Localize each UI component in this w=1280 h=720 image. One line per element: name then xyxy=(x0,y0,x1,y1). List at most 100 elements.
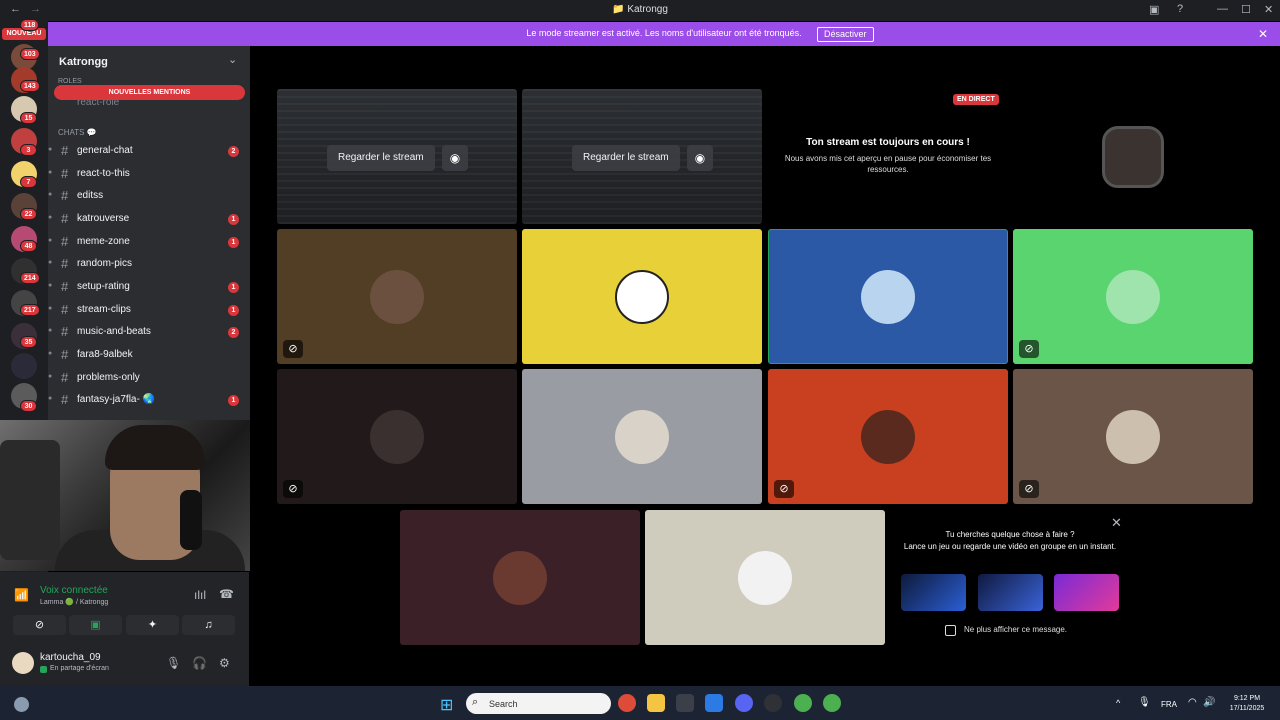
dont-show-checkbox[interactable] xyxy=(945,625,956,636)
signal-icon[interactable]: 📶 xyxy=(14,588,29,602)
mail-icon[interactable] xyxy=(705,694,723,712)
stream-tile[interactable]: Regarder le stream ◉ xyxy=(522,89,762,224)
mention-badge: 2 xyxy=(228,327,239,338)
channel-name: fara8-9albek xyxy=(77,349,133,360)
channel-item[interactable]: ● # meme-zone 1 xyxy=(48,233,250,253)
category-chats[interactable]: CHATS 💬 xyxy=(58,128,97,137)
chevron-up-icon[interactable]: ^ xyxy=(1116,698,1120,708)
soundboard-icon[interactable]: ılıl xyxy=(194,588,206,602)
avatar xyxy=(370,409,424,464)
screen-share-button[interactable]: ▣ xyxy=(69,615,122,635)
chrome-profile-icon[interactable] xyxy=(823,694,841,712)
file-explorer-icon[interactable] xyxy=(647,694,665,712)
clock[interactable]: 9:12 PM 17/11/2025 xyxy=(1222,694,1272,714)
eye-icon[interactable]: ◉ xyxy=(442,145,468,171)
discord-icon[interactable] xyxy=(735,694,753,712)
window-title: 📁 Katrongg xyxy=(612,4,668,15)
store-icon[interactable] xyxy=(676,694,694,712)
bullet-icon: ● xyxy=(48,350,53,357)
live-badge: EN DIRECT xyxy=(953,94,999,105)
banner-text: Le mode streamer est activé. Les noms d'… xyxy=(526,28,802,38)
person-hair xyxy=(105,425,205,470)
soundboard-button[interactable]: ♫ xyxy=(182,615,235,635)
activities-button[interactable]: ✦ xyxy=(126,615,179,635)
hash-icon: # xyxy=(61,211,69,226)
stream-tile[interactable]: Regarder le stream ◉ xyxy=(277,89,517,224)
headphones-icon[interactable]: 🎧 xyxy=(192,656,207,670)
channel-name: random-pics xyxy=(77,258,133,269)
activity-thumbnail[interactable] xyxy=(1054,574,1119,611)
help-icon[interactable]: ? xyxy=(1177,3,1183,15)
avatar[interactable] xyxy=(12,652,34,674)
participant-tile[interactable] xyxy=(400,510,640,645)
chevron-down-icon[interactable]: ⌄ xyxy=(228,53,237,66)
inbox-icon[interactable]: ▣ xyxy=(1149,3,1159,16)
channel-item[interactable]: ● # fantasy-ja7fla- 🌏 1 xyxy=(48,391,250,411)
camera-off-button[interactable]: ⊘ xyxy=(13,615,66,635)
deafened-icon: ⊘ xyxy=(1019,340,1039,358)
deafened-icon: ⊘ xyxy=(1019,480,1039,498)
bullet-icon: ● xyxy=(48,395,53,402)
participant-tile[interactable]: ⊘ xyxy=(768,369,1008,504)
mic-icon[interactable]: 🎙 xyxy=(1138,697,1151,708)
eye-icon[interactable]: ◉ xyxy=(687,145,713,171)
windows-start-icon[interactable]: ⊞ xyxy=(440,695,453,715)
participant-tile[interactable] xyxy=(522,369,762,504)
voice-status[interactable]: Voix connectée xyxy=(40,585,108,596)
participant-tile[interactable]: ⊘ xyxy=(1013,369,1253,504)
language-indicator[interactable]: FRA xyxy=(1161,700,1177,709)
participant-tile[interactable]: ⊘ xyxy=(277,229,517,364)
channel-item[interactable]: ● # random-pics xyxy=(48,255,250,275)
channel-item[interactable]: ● # fara8-9albek xyxy=(48,346,250,366)
channel-item[interactable]: ● # stream-clips 1 xyxy=(48,301,250,321)
weather-icon[interactable] xyxy=(14,697,29,712)
maximize-icon[interactable]: ☐ xyxy=(1241,3,1251,16)
channel-item[interactable]: ● # editss xyxy=(48,187,250,207)
watch-stream-button[interactable]: Regarder le stream xyxy=(327,145,435,171)
activity-thumbnail[interactable] xyxy=(978,574,1043,611)
close-window-icon[interactable]: ✕ xyxy=(1264,3,1273,16)
disable-streamer-button[interactable]: Désactiver xyxy=(817,27,874,42)
channel-item[interactable]: ● # problems-only xyxy=(48,369,250,389)
minimize-icon[interactable]: — xyxy=(1217,3,1228,15)
hash-icon: # xyxy=(61,166,69,181)
server-badge: 35 xyxy=(20,336,37,348)
taskbar-search-box[interactable] xyxy=(466,693,611,714)
app-icon[interactable] xyxy=(764,694,782,712)
channel-item[interactable]: ● # general-chat 2 xyxy=(48,142,250,162)
channel-item[interactable]: ● # katrouverse 1 xyxy=(48,210,250,230)
voice-channel[interactable]: Lamma 🟢 / Katrongg xyxy=(40,598,108,606)
participant-tile-speaking[interactable] xyxy=(768,229,1008,364)
gear-icon[interactable]: ⚙ xyxy=(219,656,230,670)
participant-tile[interactable] xyxy=(522,229,762,364)
bullet-icon: ● xyxy=(48,282,53,289)
channel-item[interactable]: ● # react-to-this xyxy=(48,165,250,185)
close-icon[interactable]: ✕ xyxy=(1258,27,1268,41)
mic-muted-icon: ⊘ xyxy=(283,340,303,358)
participant-tile[interactable] xyxy=(1013,89,1253,224)
channel-item[interactable]: ● # setup-rating 1 xyxy=(48,278,250,298)
activity-thumbnail[interactable] xyxy=(901,574,966,611)
bullet-icon: ● xyxy=(48,373,53,380)
dont-show-label[interactable]: Ne plus afficher ce message. xyxy=(964,625,1067,634)
participant-tile[interactable]: ⊘ xyxy=(277,369,517,504)
chrome-icon[interactable] xyxy=(618,694,636,712)
date: 17/11/2025 xyxy=(1229,705,1265,712)
participant-tile[interactable]: ⊘ xyxy=(1013,229,1253,364)
username[interactable]: kartoucha_09 xyxy=(40,652,101,663)
volume-icon[interactable]: 🔊 xyxy=(1203,697,1215,708)
avatar xyxy=(615,409,669,464)
guild-name[interactable]: Katrongg xyxy=(59,56,108,68)
server-badge: 103 xyxy=(20,48,40,60)
participant-tile[interactable] xyxy=(645,510,885,645)
new-mentions-pill[interactable]: NOUVELLES MENTIONS xyxy=(54,85,245,100)
category-roles[interactable]: ROLES xyxy=(58,78,82,85)
wifi-icon[interactable]: ◠ xyxy=(1188,697,1197,708)
chrome-profile-icon[interactable] xyxy=(794,694,812,712)
server-icon[interactable] xyxy=(11,353,37,379)
mic-icon[interactable]: 🎙 xyxy=(166,656,181,670)
channel-item[interactable]: ● # music-and-beats 2 xyxy=(48,323,250,343)
server-badge: 217 xyxy=(20,304,40,316)
watch-stream-button[interactable]: Regarder le stream xyxy=(572,145,680,171)
disconnect-icon[interactable]: ☎ xyxy=(219,587,234,601)
